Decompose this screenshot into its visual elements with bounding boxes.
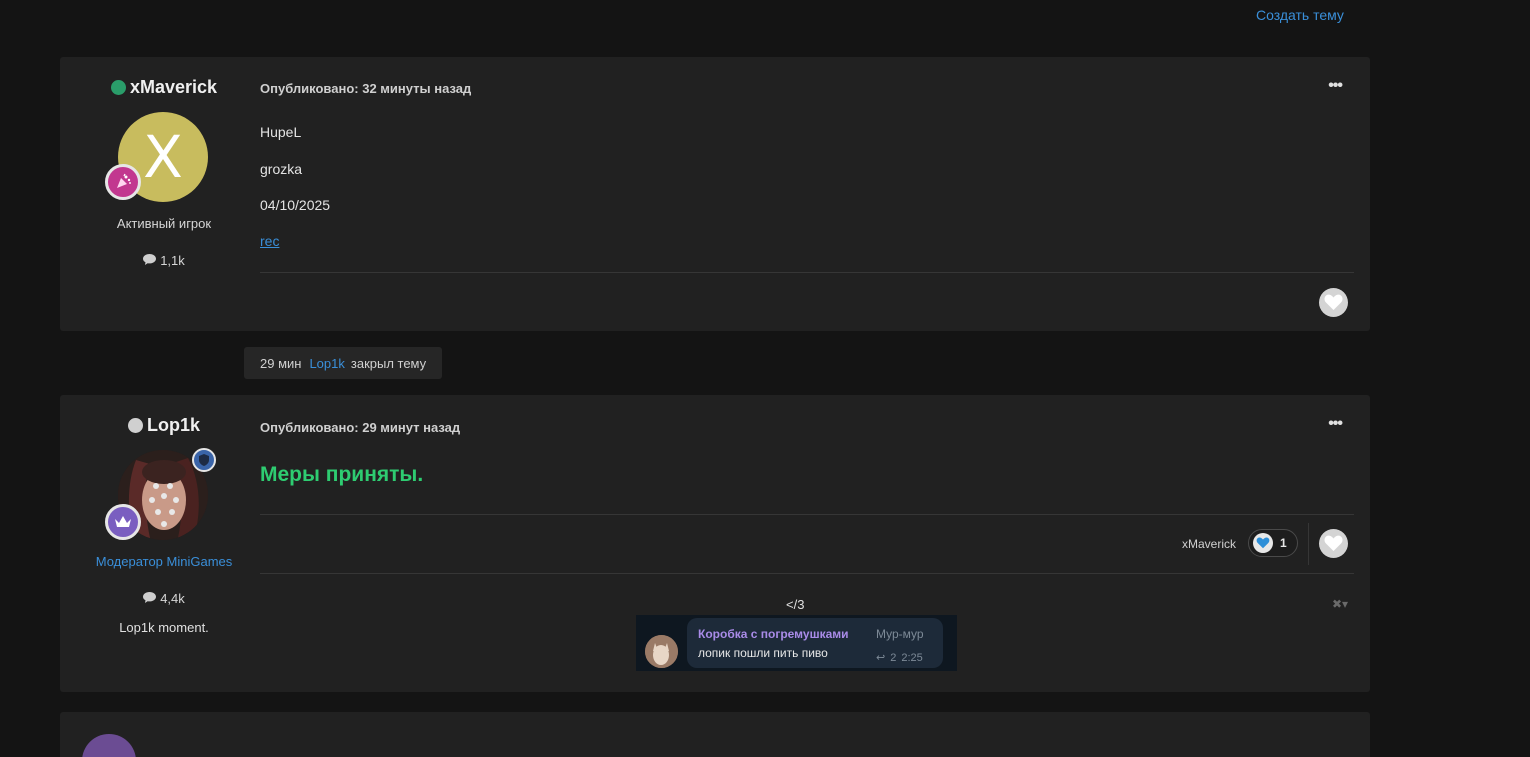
create-topic-link[interactable]: Создать тему — [1256, 7, 1344, 23]
party-badge-icon — [105, 164, 141, 200]
content-line: 04/10/2025 — [260, 197, 331, 213]
offline-status-icon — [127, 418, 143, 433]
post-content: HupeL grozka 04/10/2025 rec — [260, 124, 330, 249]
telegram-text: лопик пошли пить пиво — [698, 646, 828, 660]
post-lop1k: Lop1k Модератор MiniGames 4,4k Lop1k mom… — [60, 395, 1370, 692]
post-partial — [60, 712, 1370, 757]
telegram-avatar — [645, 635, 678, 668]
like-heart-icon[interactable] — [1319, 529, 1348, 558]
reaction-count: 1 — [1280, 536, 1287, 550]
post-divider — [260, 573, 1354, 574]
embed-label: </3 — [786, 597, 805, 612]
like-heart-icon[interactable] — [1319, 288, 1348, 317]
telegram-tag: Мур-мур — [876, 627, 924, 641]
reaction-heart-icon — [1253, 533, 1273, 553]
moderator-shield-icon — [192, 448, 216, 472]
author-panel: xMaverick X Активный игрок 1,1k — [60, 77, 268, 268]
post-divider — [260, 272, 1354, 273]
crown-badge-icon — [105, 504, 141, 540]
telegram-bubble: Коробка с погремушками Мур-мур лопик пош… — [687, 618, 943, 668]
author-name-text: Lop1k — [146, 415, 200, 435]
published-date: Опубликовано: 29 минут назад — [260, 420, 461, 435]
telegram-embed[interactable]: Коробка с погремушками Мур-мур лопик пош… — [636, 615, 957, 671]
comment-icon — [143, 253, 157, 268]
online-status-icon — [110, 80, 126, 95]
author-panel: Lop1k Модератор MiniGames 4,4k Lop1k mom… — [60, 415, 268, 635]
more-options-icon[interactable]: ••• — [1328, 77, 1343, 95]
content-line: HupeL — [260, 124, 302, 140]
content-line: grozka — [260, 161, 303, 177]
published-date: Опубликовано: 32 минуты назад — [260, 81, 472, 96]
reaction-user[interactable]: xMaverick — [1182, 537, 1236, 551]
event-time: 29 мин — [260, 355, 302, 371]
telegram-sender[interactable]: Коробка с погремушками — [698, 627, 849, 641]
telegram-replies: 2 — [890, 651, 897, 664]
embed-controls-icon[interactable]: ✖▾ — [1332, 597, 1348, 611]
comment-icon — [143, 591, 157, 606]
avatar-wrap — [105, 448, 216, 542]
content-link[interactable]: rec — [260, 233, 330, 249]
author-name-text: xMaverick — [129, 77, 218, 97]
topic-closed-event: 29 мин Lop1k закрыл тему — [244, 347, 443, 379]
post-count: 1,1k — [60, 253, 268, 268]
event-action: закрыл тему — [350, 355, 427, 371]
telegram-meta: ↩ 2 2:25 — [876, 651, 923, 665]
post-count: 4,4k — [60, 591, 268, 606]
author-name[interactable]: Lop1k — [60, 415, 268, 436]
author-role[interactable]: Модератор MiniGames — [60, 554, 268, 569]
avatar-wrap: X — [105, 112, 210, 204]
author-signature: Lop1k moment. — [119, 620, 209, 635]
reaction-separator — [1308, 523, 1309, 565]
author-name[interactable]: xMaverick — [60, 77, 268, 98]
post-xmaverick: xMaverick X Активный игрок 1,1k Опублико… — [60, 57, 1370, 331]
more-options-icon[interactable]: ••• — [1328, 415, 1343, 433]
telegram-time: 2:25 — [901, 651, 923, 664]
post-count-value: 1,1k — [160, 253, 185, 268]
avatar[interactable] — [82, 734, 136, 757]
reaction-pill[interactable]: 1 — [1248, 529, 1298, 557]
post-message: Меры приняты. — [260, 463, 424, 486]
author-role: Активный игрок — [116, 216, 212, 231]
event-user-link[interactable]: Lop1k — [309, 356, 344, 371]
post-divider — [260, 514, 1354, 515]
reply-arrow-icon: ↩ — [876, 652, 886, 664]
avatar-letter: X — [143, 123, 183, 191]
post-count-value: 4,4k — [160, 591, 185, 606]
